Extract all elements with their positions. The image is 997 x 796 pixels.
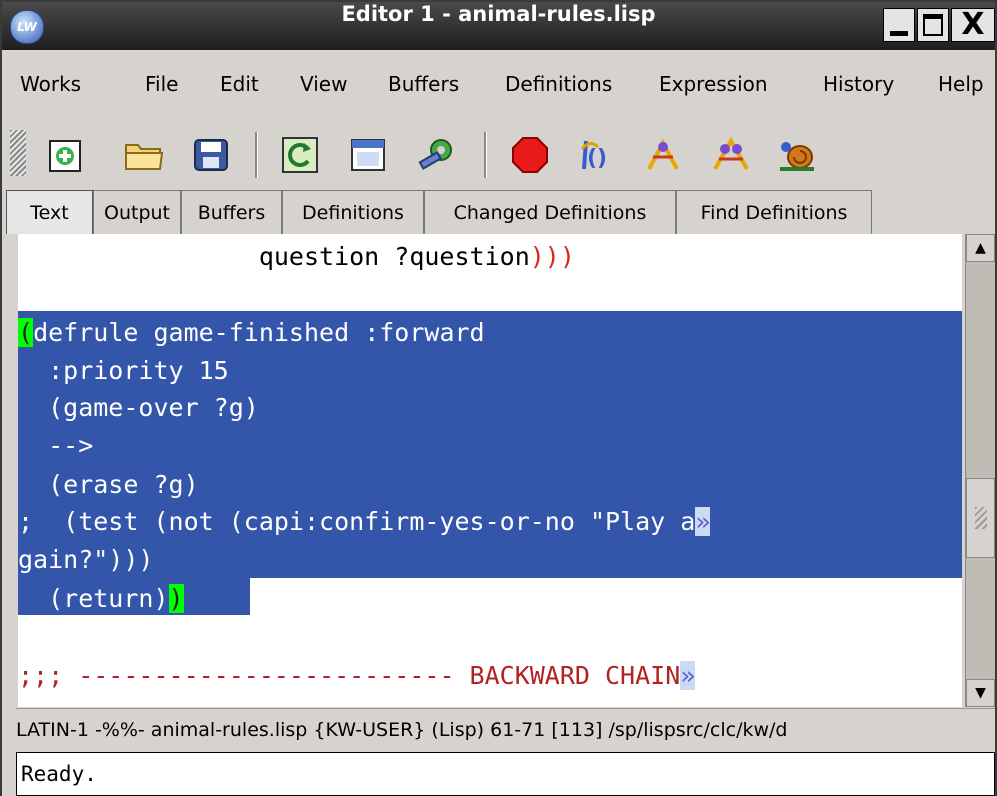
tab-bar: Text Output Buffers Definitions Changed … [2,190,995,234]
code-line: :priority 15 [18,356,229,385]
compile-icon[interactable] [643,135,683,175]
line-continuation-marker: » [695,507,711,536]
stop-icon[interactable] [510,135,550,175]
tab-output[interactable]: Output [93,190,181,234]
tab-definitions[interactable]: Definitions [282,190,424,234]
window-icon[interactable] [348,135,388,175]
new-file-icon[interactable] [46,135,86,175]
open-folder-icon[interactable] [124,135,164,175]
evaluate-icon[interactable]: () [576,135,616,175]
compile-buffer-icon[interactable] [711,135,751,175]
editor-text-area[interactable]: question ?question))) (defrule game-fini… [18,234,962,707]
menu-bar: Works File Edit View Buffers Definitions… [2,64,995,104]
mode-line: LATIN-1 -%%- animal-rules.lisp {KW-USER}… [16,708,995,751]
left-margin [2,234,16,796]
minimize-button[interactable] [883,8,915,42]
tab-text[interactable]: Text [6,190,93,234]
code-line: gain?"))) [18,545,154,574]
toolbar-separator [255,132,258,178]
menu-works[interactable]: Works [20,64,81,104]
snail-icon[interactable] [778,135,818,175]
code-line: ; (test (not (capi:confirm-yes-or-no "Pl… [18,507,711,536]
matching-paren-close: ) [168,584,184,613]
matching-paren-open: ( [18,318,34,347]
comment-line: ;;; ------------------------- BACKWARD C… [18,661,696,690]
menu-edit[interactable]: Edit [220,64,259,104]
code-line: (erase ?g) [18,470,199,499]
tab-find-definitions[interactable]: Find Definitions [676,190,872,234]
vertical-scrollbar[interactable]: ▲ ▼ [965,234,995,707]
save-disk-icon[interactable] [192,135,232,175]
tab-buffers[interactable]: Buffers [181,190,282,234]
scroll-up-arrow-icon[interactable]: ▲ [966,234,995,262]
maximize-button[interactable] [917,8,949,42]
toolbar: () [2,118,995,188]
svg-text:(): () [587,146,607,171]
window-title: Editor 1 - animal-rules.lisp [341,2,656,26]
menu-expression[interactable]: Expression [659,64,768,104]
toolbar-separator [484,132,487,178]
editor-window: LW Editor 1 - animal-rules.lisp X Works … [0,0,997,796]
menu-buffers[interactable]: Buffers [388,64,459,104]
scroll-down-arrow-icon[interactable]: ▼ [966,679,995,707]
code-line: question ?question))) [18,242,575,271]
line-continuation-marker: » [680,661,696,690]
menu-view[interactable]: View [300,64,347,104]
menu-history[interactable]: History [823,64,894,104]
menu-file[interactable]: File [145,64,178,104]
code-line: --> [18,431,94,460]
menu-definitions[interactable]: Definitions [505,64,612,104]
code-line: (return)) [18,584,184,613]
toolbar-grip[interactable] [10,130,26,176]
close-button[interactable]: X [951,8,995,42]
tab-changed-definitions[interactable]: Changed Definitions [424,190,676,234]
echo-area[interactable]: Ready. [16,752,995,796]
wrench-gear-icon[interactable] [416,135,456,175]
scroll-thumb[interactable] [966,478,995,558]
menu-help[interactable]: Help [938,64,984,104]
code-line: (defrule game-finished :forward [18,318,485,347]
title-bar[interactable]: LW Editor 1 - animal-rules.lisp X [2,2,995,50]
refresh-buffer-icon[interactable] [280,135,320,175]
code-line: (game-over ?g) [18,393,259,422]
